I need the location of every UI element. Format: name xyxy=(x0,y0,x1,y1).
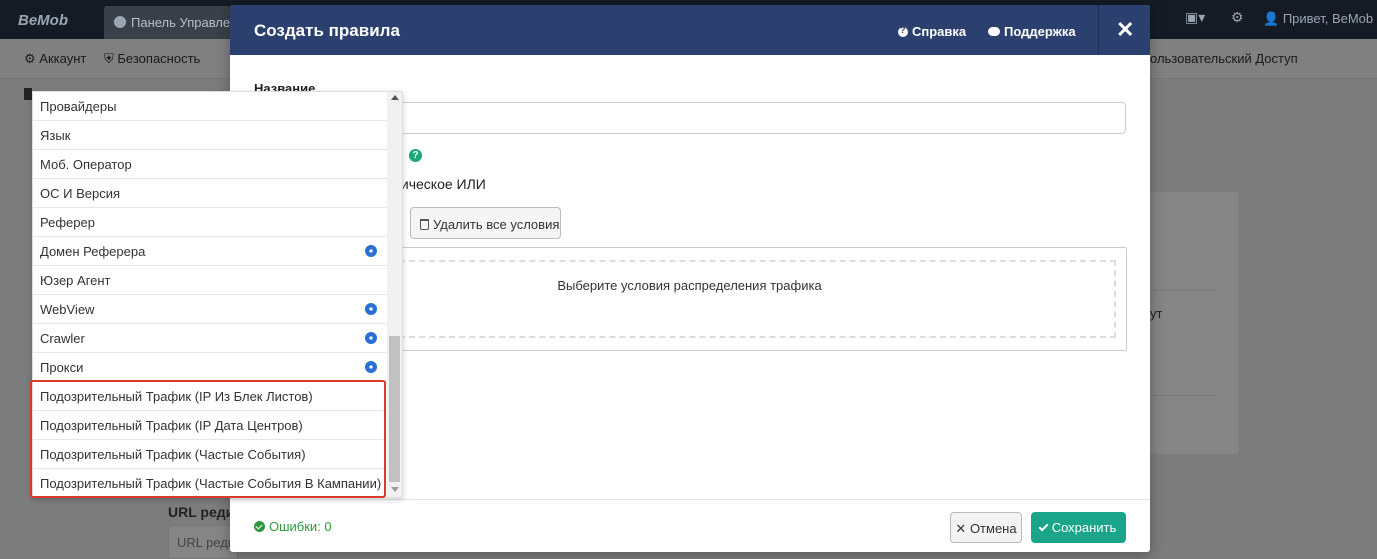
url-redirect-input[interactable]: URL редир xyxy=(168,525,238,559)
dropdown-item-label: Домен Реферера xyxy=(40,244,146,259)
dropdown-item[interactable]: Домен Реферера xyxy=(33,237,387,266)
dropdown-item-label: Подозрительный Трафик (IP Из Блек Листов… xyxy=(40,389,313,404)
support-link[interactable]: Поддержка xyxy=(988,24,1076,39)
modal-header: Создать правила Справка Поддержка ✕ xyxy=(230,5,1150,55)
save-label: Сохранить xyxy=(1051,520,1117,535)
check-circle-icon xyxy=(254,521,265,532)
dropdown-item[interactable]: Crawler xyxy=(33,324,387,353)
scroll-up-icon[interactable] xyxy=(391,95,399,100)
dropdown-item-label: Моб. Оператор xyxy=(40,157,132,172)
errors-label: Ошибки: 0 xyxy=(269,519,332,534)
dropdown-scrollbar[interactable] xyxy=(387,92,402,497)
dropdown-item-label: ОС И Версия xyxy=(40,186,120,201)
dropdown-item-label: Провайдеры xyxy=(40,99,117,114)
scroll-down-icon[interactable] xyxy=(391,487,399,492)
subnav-account-label: Аккаунт xyxy=(39,51,87,66)
dropdown-item[interactable]: WebView xyxy=(33,295,387,324)
shield-icon: ⛨ xyxy=(104,51,114,66)
delete-all-label: Удалить все условия xyxy=(433,217,560,232)
dropdown-item[interactable]: Подозрительный Трафик (Частые События) xyxy=(33,440,387,469)
bemob-logo: BeMob xyxy=(18,12,68,29)
dropdown-item[interactable]: Моб. Оператор xyxy=(33,150,387,179)
subnav-user-access[interactable]: ользовательский Доступ xyxy=(1150,51,1298,66)
dropdown-item-label: Язык xyxy=(40,128,71,143)
check-icon xyxy=(1038,521,1049,532)
dropdown-item-label: Crawler xyxy=(40,331,85,346)
dropdown-item[interactable]: Язык xyxy=(33,121,387,150)
save-button[interactable]: Сохранить xyxy=(1031,512,1126,543)
subnav-security-label: Безопасность xyxy=(117,51,201,66)
background-card xyxy=(1148,192,1238,454)
tab-dashboard-label: Панель Управления xyxy=(131,15,230,30)
question-icon xyxy=(898,25,908,37)
dropdown-item-label: WebView xyxy=(40,302,95,317)
cancel-button[interactable]: ✕ Отмена xyxy=(950,512,1022,543)
card-divider xyxy=(1148,290,1216,291)
user-menu[interactable]: 👤 Привет, BeMob xyxy=(1263,11,1373,27)
dropdown-item-label: Подозрительный Трафик (Частые События В … xyxy=(40,476,382,491)
dropdown-item[interactable]: Провайдеры xyxy=(33,92,387,121)
footer-divider xyxy=(230,499,1150,500)
help-link-label: Справка xyxy=(912,24,967,39)
subnav-account[interactable]: ⚙ Аккаунт xyxy=(24,51,86,67)
premium-badge-icon xyxy=(365,303,377,315)
tab-dashboard[interactable]: Панель Управления xyxy=(104,6,230,39)
dropdown-item-label: Юзер Агент xyxy=(40,273,111,288)
scroll-thumb[interactable] xyxy=(389,336,400,482)
chat-icon xyxy=(988,27,1000,36)
help-link[interactable]: Справка xyxy=(898,24,966,39)
condition-dropdown[interactable]: Провайдеры Язык Моб. Оператор ОС И Верси… xyxy=(32,91,403,498)
dropdown-item[interactable]: Прокси xyxy=(33,353,387,382)
dropdown-item-label: Подозрительный Трафик (Частые События) xyxy=(40,447,306,462)
cancel-label: Отмена xyxy=(969,521,1017,536)
card-divider xyxy=(1148,395,1216,396)
modal-title: Создать правила xyxy=(254,21,400,40)
help-circle-icon[interactable]: ? xyxy=(409,149,422,162)
close-icon[interactable]: ✕ xyxy=(1116,17,1134,43)
close-small-icon: ✕ xyxy=(955,521,967,536)
dropdown-item[interactable]: Подозрительный Трафик (IP Из Блек Листов… xyxy=(33,382,387,411)
gear-small-icon: ⚙ xyxy=(24,51,36,66)
dropdown-item-label: Подозрительный Трафик (IP Дата Центров) xyxy=(40,418,303,433)
dropdown-item-label: Прокси xyxy=(40,360,84,375)
dropdown-item[interactable]: ОС И Версия xyxy=(33,179,387,208)
delete-all-conditions-button[interactable]: Удалить все условия xyxy=(410,207,561,239)
dropdown-item[interactable]: Подозрительный Трафик (Частые События В … xyxy=(33,469,387,497)
subnav-security[interactable]: ⛨ Безопасность xyxy=(104,51,200,67)
header-divider xyxy=(1098,5,1099,55)
errors-status: Ошибки: 0 xyxy=(254,519,332,534)
calendar-icon xyxy=(24,88,32,100)
card-text: ут xyxy=(1150,306,1163,321)
gear-icon[interactable]: ⚙ xyxy=(1231,9,1244,26)
trash-icon xyxy=(420,219,429,230)
dropdown-item[interactable]: Реферер xyxy=(33,208,387,237)
dropdown-item-label: Реферер xyxy=(40,215,95,230)
dashboard-icon xyxy=(114,16,126,28)
layers-icon[interactable]: ▣▾ xyxy=(1185,9,1205,26)
premium-badge-icon xyxy=(365,245,377,257)
dropdown-item[interactable]: Подозрительный Трафик (IP Дата Центров) xyxy=(33,411,387,440)
premium-badge-icon xyxy=(365,361,377,373)
greeting-label: Привет, BeMob xyxy=(1282,11,1374,26)
dropdown-item[interactable]: Юзер Агент xyxy=(33,266,387,295)
premium-badge-icon xyxy=(365,332,377,344)
user-icon: 👤 xyxy=(1263,11,1280,26)
support-link-label: Поддержка xyxy=(1004,24,1076,39)
